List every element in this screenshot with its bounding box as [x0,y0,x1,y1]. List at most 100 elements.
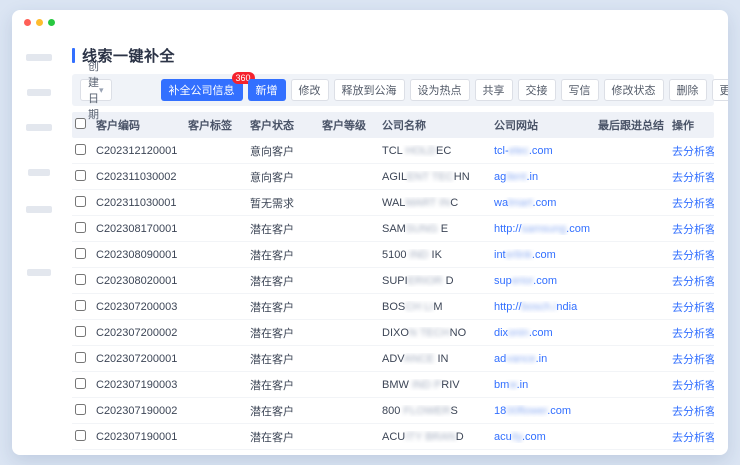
page-title-row: 线索一键补全 [72,40,714,70]
customer-status: 潜在客户 [250,325,322,341]
analyze-customer-link[interactable]: 去分析客户 [672,198,714,210]
customer-status: 潜在客户 [250,273,322,289]
date-filter-select[interactable]: 创建日期 ▾ [80,79,112,101]
row-checkbox[interactable] [75,300,86,311]
company-website[interactable]: walmart.com [494,197,598,209]
customer-status: 潜在客户 [250,403,322,419]
row-checkbox[interactable] [75,326,86,337]
company-website[interactable]: advance.in [494,353,598,365]
table-row: C202311030001 暂无需求 WALMART INC walmart.c… [72,190,714,216]
row-checkbox[interactable] [75,196,86,207]
title-accent-bar [72,48,75,63]
customer-status: 潜在客户 [250,247,322,263]
row-checkbox[interactable] [75,248,86,259]
column-header-website[interactable]: 公司网站 [494,117,598,133]
company-website[interactable]: 1800flower.com [494,405,598,417]
analyze-customer-link[interactable]: 去分析客户 [672,406,714,418]
customer-status: 潜在客户 [250,299,322,315]
row-checkbox[interactable] [75,144,86,155]
company-website[interactable]: http://bosch.india [494,301,598,313]
write-letter-button[interactable]: 写信 [561,79,599,101]
row-checkbox[interactable] [75,274,86,285]
row-checkbox[interactable] [75,404,86,415]
company-website[interactable]: interlink.com [494,249,598,261]
analyze-customer-link[interactable]: 去分析客户 [672,328,714,340]
window-maximize-icon[interactable] [48,19,55,26]
company-name: SUPIERIOR D [382,275,494,287]
delete-button[interactable]: 删除 [669,79,707,101]
release-to-public-sea-button[interactable]: 释放到公海 [334,79,405,101]
row-checkbox[interactable] [75,222,86,233]
main-content: 线索一键补全 创建日期 ▾ 补全公司信息 360 新增 修改 释放到公海 设为热… [66,34,728,455]
column-header-action[interactable]: 操作 [672,117,714,133]
analyze-customer-link[interactable]: 去分析客户 [672,146,714,158]
customer-code: C202311030001 [96,197,188,209]
more-button[interactable]: 更多... ▾ [712,79,728,101]
complete-company-info-button[interactable]: 补全公司信息 360 [161,79,243,101]
row-checkbox[interactable] [75,430,86,441]
app-window: 线索一键补全 创建日期 ▾ 补全公司信息 360 新增 修改 释放到公海 设为热… [12,10,728,455]
company-name: DIXON TECHNO [382,327,494,339]
select-all-checkbox[interactable] [75,118,86,129]
sidebar [12,34,66,455]
company-name: SAMSUNG E [382,223,494,235]
customer-code: C202311030002 [96,171,188,183]
set-hotspot-button[interactable]: 设为热点 [410,79,470,101]
company-name: AGILENT TECHN [382,171,494,183]
handover-button[interactable]: 交接 [518,79,556,101]
customer-table: 客户编码 客户标签 客户状态 客户等级 公司名称 公司网站 最后跟进总结 操作 … [72,112,714,450]
customer-code: C202308170001 [96,223,188,235]
company-name: BMW IND PRIV [382,379,494,391]
row-checkbox[interactable] [75,378,86,389]
customer-code: C202307200003 [96,301,188,313]
column-header-status[interactable]: 客户状态 [250,117,322,133]
company-name: ADVANCE IN [382,353,494,365]
customer-code: C202307200002 [96,327,188,339]
table-row: C202307200001 潜在客户 ADVANCE IN advance.in… [72,346,714,372]
sidebar-placeholder [27,89,51,96]
analyze-customer-link[interactable]: 去分析客户 [672,172,714,184]
company-website[interactable]: tcl-elec.com [494,145,598,157]
sidebar-placeholder [27,269,51,276]
analyze-customer-link[interactable]: 去分析客户 [672,380,714,392]
window-close-icon[interactable] [24,19,31,26]
analyze-customer-link[interactable]: 去分析客户 [672,302,714,314]
company-website[interactable]: superior.com [494,275,598,287]
company-name: BOSCH LIM [382,301,494,313]
column-header-tag[interactable]: 客户标签 [188,117,250,133]
customer-code: C202308090001 [96,249,188,261]
window-titlebar [12,10,728,34]
window-minimize-icon[interactable] [36,19,43,26]
company-website[interactable]: bmw.in [494,379,598,391]
row-checkbox[interactable] [75,352,86,363]
table-row: C202308090001 潜在客户 5100 IND IK interlink… [72,242,714,268]
analyze-customer-link[interactable]: 去分析客户 [672,354,714,366]
column-header-company[interactable]: 公司名称 [382,117,494,133]
column-header-level[interactable]: 客户等级 [322,117,382,133]
add-button[interactable]: 新增 [248,79,286,101]
table-header: 客户编码 客户标签 客户状态 客户等级 公司名称 公司网站 最后跟进总结 操作 [72,112,714,138]
analyze-customer-link[interactable]: 去分析客户 [672,432,714,444]
share-button[interactable]: 共享 [475,79,513,101]
company-website[interactable]: dixonin.com [494,327,598,339]
customer-code: C202308020001 [96,275,188,287]
company-name: TCL HOLDEC [382,145,494,157]
analyze-customer-link[interactable]: 去分析客户 [672,276,714,288]
modify-button[interactable]: 修改 [291,79,329,101]
customer-status: 潜在客户 [250,377,322,393]
company-website[interactable]: acuity.com [494,431,598,443]
company-name: 800 FLOWERS [382,405,494,417]
company-website[interactable]: agilent.in [494,171,598,183]
sidebar-placeholder [26,54,52,61]
column-header-code[interactable]: 客户编码 [96,117,188,133]
column-header-summary[interactable]: 最后跟进总结 [598,117,672,133]
customer-status: 潜在客户 [250,351,322,367]
company-name: WALMART INC [382,197,494,209]
analyze-customer-link[interactable]: 去分析客户 [672,224,714,236]
modify-status-button[interactable]: 修改状态 [604,79,664,101]
table-row: C202308020001 潜在客户 SUPIERIOR D superior.… [72,268,714,294]
customer-status: 潜在客户 [250,221,322,237]
company-website[interactable]: http://samsung.com [494,223,598,235]
row-checkbox[interactable] [75,170,86,181]
analyze-customer-link[interactable]: 去分析客户 [672,250,714,262]
